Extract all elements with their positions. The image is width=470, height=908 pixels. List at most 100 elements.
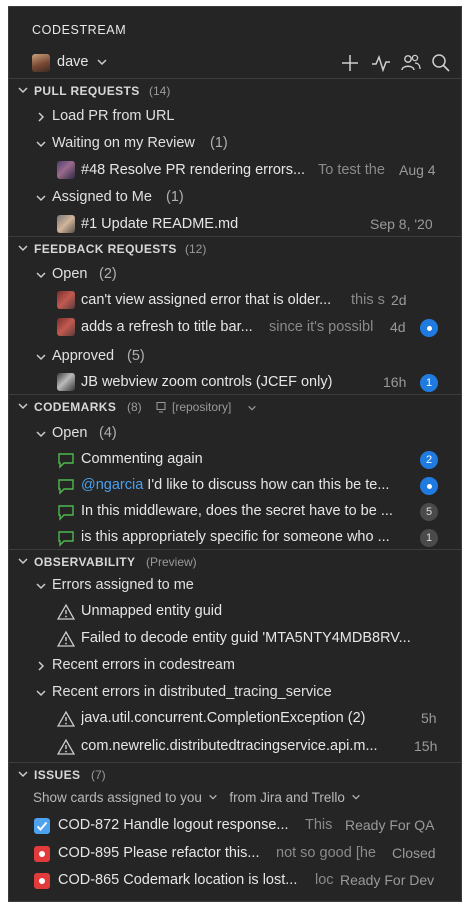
section-count: (7)	[91, 768, 106, 782]
avatar	[57, 318, 75, 336]
row-count: (1)	[166, 189, 184, 205]
row-label: Approved	[52, 348, 115, 364]
group-open[interactable]: Open (4)	[9, 422, 461, 446]
issue-status: Ready For Dev	[340, 872, 435, 888]
issue-title: COD-872 Handle logout response...	[58, 817, 289, 833]
group-errors-assigned[interactable]: Errors assigned to me	[9, 574, 461, 598]
group-assigned-to-me[interactable]: Assigned to Me (1)	[9, 186, 461, 210]
chevron-down-icon	[18, 771, 28, 778]
chevron-down-icon	[18, 403, 28, 410]
chevron-down-icon[interactable]	[96, 56, 108, 68]
list-item[interactable]: is this appropriately specific for someo…	[9, 526, 461, 550]
section-feedback-requests[interactable]: FEEDBACK REQUESTS (12)	[9, 239, 461, 261]
record-icon	[39, 851, 45, 857]
source-filter-dropdown[interactable]: from Jira and Trello	[229, 790, 345, 805]
list-item[interactable]: JB webview zoom controls (JCEF only) 16h…	[9, 371, 461, 395]
chevron-down-icon	[36, 354, 46, 361]
group-waiting-on-review[interactable]: Waiting on my Review (1)	[9, 132, 461, 156]
section-observability[interactable]: OBSERVABILITY (Preview)	[9, 552, 461, 574]
row-label: Waiting on my Review	[52, 135, 195, 151]
review-title: JB webview zoom controls (JCEF only)	[81, 374, 333, 390]
error-title: java.util.concurrent.CompletionException…	[81, 710, 366, 726]
chevron-down-icon	[18, 245, 28, 252]
section-codemarks[interactable]: CODEMARKS (8) [repository]	[9, 397, 461, 419]
list-item[interactable]: COD-865 Codemark location is lost... loc…	[9, 869, 461, 893]
review-date: 4d	[390, 319, 406, 335]
list-item[interactable]: @ngarcia I'd like to discuss how can thi…	[9, 474, 461, 498]
activity-icon[interactable]	[370, 52, 392, 74]
chevron-down-icon	[36, 583, 46, 590]
avatar	[57, 161, 75, 179]
list-item[interactable]: can't view assigned error that is older.…	[9, 289, 461, 313]
list-item[interactable]: In this middleware, does the secret have…	[9, 500, 461, 524]
list-item[interactable]: Failed to decode entity guid 'MTA5NTY4MD…	[9, 627, 461, 651]
error-title: Failed to decode entity guid 'MTA5NTY4MD…	[81, 630, 411, 646]
error-title: Unmapped entity guid	[81, 603, 223, 619]
pr-title: #48 Resolve PR rendering errors...	[81, 162, 306, 178]
section-issues[interactable]: ISSUES (7)	[9, 765, 461, 787]
list-item[interactable]: Unmapped entity guid	[9, 600, 461, 624]
issue-title: COD-895 Please refactor this...	[58, 845, 260, 861]
section-title: OBSERVABILITY	[34, 555, 136, 569]
team-icon[interactable]	[400, 52, 422, 74]
monitor-icon	[156, 402, 166, 413]
comment-icon	[58, 479, 74, 495]
list-item[interactable]: Commenting again 2	[9, 448, 461, 472]
plus-icon[interactable]	[339, 52, 361, 74]
repository-filter[interactable]: [repository]	[172, 400, 231, 414]
checkbox-icon[interactable]	[34, 818, 50, 834]
row-count: (4)	[99, 425, 117, 441]
unread-badge	[420, 477, 438, 495]
list-item[interactable]: COD-872 Handle logout response... This R…	[9, 814, 461, 838]
row-label: Open	[52, 266, 88, 282]
comment-icon	[58, 453, 74, 469]
review-title: adds a refresh to title bar...	[81, 319, 253, 335]
pr-date: Sep 8, '20	[370, 216, 433, 232]
chevron-down-icon[interactable]	[208, 792, 218, 802]
list-item[interactable]: #1 Update README.md Sep 8, '20	[9, 213, 461, 237]
list-item[interactable]: COD-895 Please refactor this... not so g…	[9, 842, 461, 866]
mention-link[interactable]: @ngarcia	[81, 477, 143, 493]
search-icon[interactable]	[430, 52, 452, 74]
list-item[interactable]: adds a refresh to title bar... since it'…	[9, 316, 461, 340]
chevron-down-icon[interactable]	[247, 403, 257, 413]
row-label: Errors assigned to me	[52, 577, 194, 593]
review-snippet: this s	[351, 292, 385, 308]
warning-icon	[57, 710, 75, 727]
unread-dot-icon	[426, 484, 432, 489]
section-pull-requests[interactable]: PULL REQUESTS (14)	[9, 81, 461, 103]
unread-dot-icon	[426, 326, 432, 331]
list-item[interactable]: java.util.concurrent.CompletionException…	[9, 707, 461, 731]
list-item[interactable]: #48 Resolve PR rendering errors... To te…	[9, 159, 461, 183]
codemark-title: Commenting again	[81, 451, 203, 467]
section-count: (8)	[127, 400, 142, 414]
check-icon	[36, 821, 48, 831]
chevron-down-icon[interactable]	[351, 792, 361, 802]
group-approved[interactable]: Approved (5)	[9, 345, 461, 369]
trello-card-icon	[34, 873, 50, 889]
group-open[interactable]: Open (2)	[9, 263, 461, 287]
error-date: 5h	[421, 710, 437, 726]
issue-status: Closed	[392, 845, 436, 861]
chevron-down-icon	[36, 272, 46, 279]
assigned-filter-dropdown[interactable]: Show cards assigned to you	[33, 790, 202, 805]
avatar[interactable]	[32, 54, 50, 72]
group-recent-errors-codestream[interactable]: Recent errors in codestream	[9, 654, 461, 678]
divider	[9, 236, 461, 237]
avatar	[57, 215, 75, 233]
count-badge: 1	[420, 374, 438, 392]
section-title: PULL REQUESTS	[34, 84, 140, 98]
chevron-down-icon	[18, 87, 28, 94]
load-pr-from-url[interactable]: Load PR from URL	[9, 105, 461, 129]
group-recent-errors-dts[interactable]: Recent errors in distributed_tracing_ser…	[9, 681, 461, 705]
list-item[interactable]: com.newrelic.distributedtracingservice.a…	[9, 735, 461, 759]
issue-filters: Show cards assigned to you from Jira and…	[33, 790, 361, 805]
warning-icon	[57, 603, 75, 620]
username-dropdown[interactable]: dave	[57, 54, 88, 70]
count-badge: 5	[420, 503, 438, 521]
issue-status: Ready For QA	[345, 817, 435, 833]
review-title: can't view assigned error that is older.…	[81, 292, 332, 308]
comment-icon	[58, 505, 74, 521]
review-date: 16h	[383, 374, 407, 390]
issue-snippet: not so good [he	[276, 845, 376, 861]
